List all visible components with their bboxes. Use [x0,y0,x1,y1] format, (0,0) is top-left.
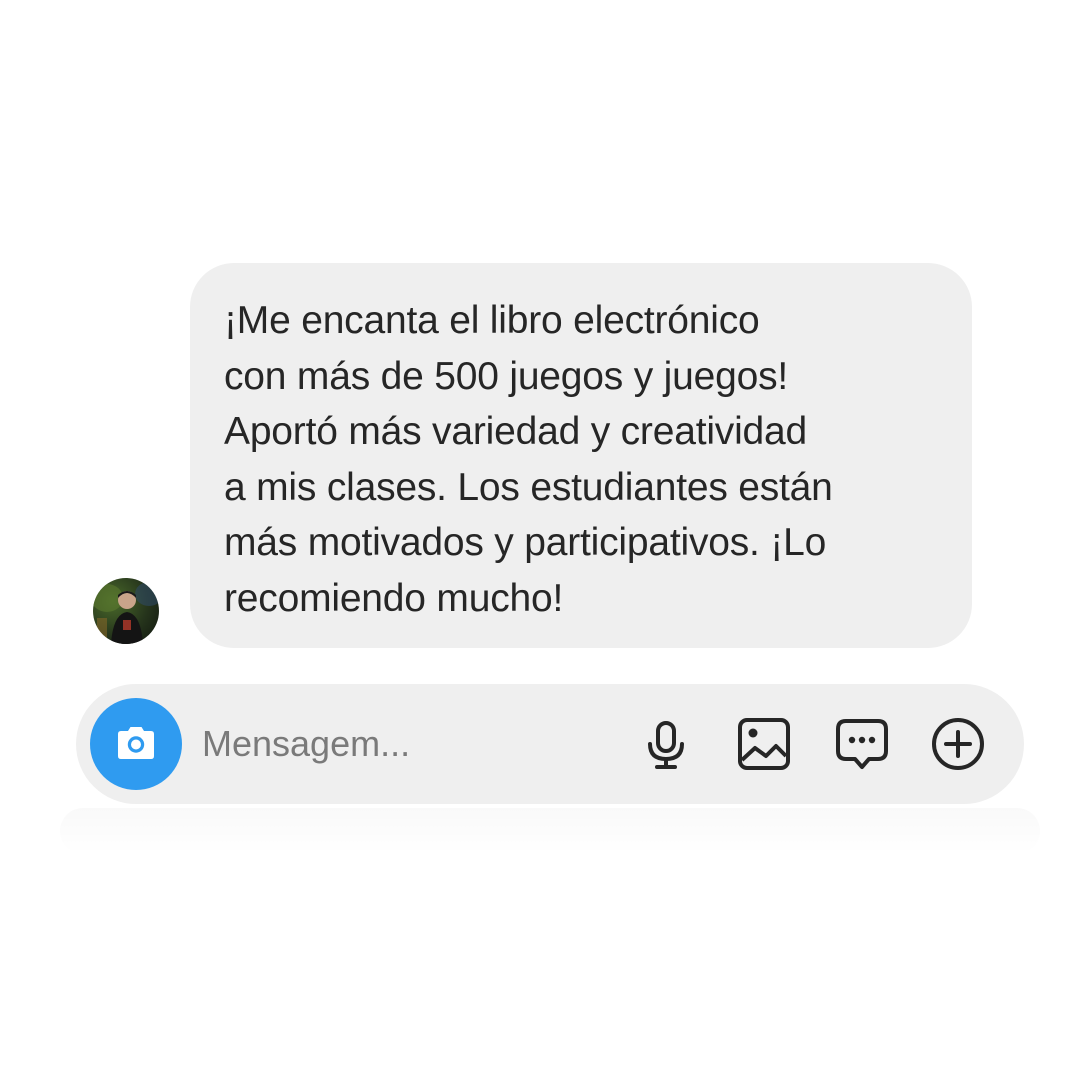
message-text-line: ¡Me encanta el libro electrónico [224,299,760,342]
camera-icon [118,727,154,759]
sender-avatar[interactable] [93,578,159,644]
microphone-button[interactable] [636,714,696,774]
message-text-line: Aportó más variedad y creatividad [224,410,808,453]
message-text-line: recomiendo mucho! [224,576,564,620]
microphone-icon [648,721,684,769]
gallery-button[interactable] [734,714,794,774]
received-message-bubble[interactable]: ¡Me encanta el libro electrónico con más… [190,263,972,648]
plus-circle-icon [932,718,984,770]
composer-shadow [60,808,1040,854]
message-input[interactable] [202,716,622,772]
more-options-button[interactable] [928,714,988,774]
image-gallery-icon [738,718,790,770]
sticker-chat-icon [836,719,888,769]
message-text-line: a mis clases. Los estudiantes están [224,465,833,509]
message-composer [76,684,1024,804]
sticker-button[interactable] [832,714,892,774]
message-text-line: más motivados y participativos. ¡Lo [224,521,827,564]
avatar-photo [93,582,159,644]
message-text-line: con más de 500 juegos y juegos! [224,354,789,398]
camera-button[interactable] [90,698,182,790]
